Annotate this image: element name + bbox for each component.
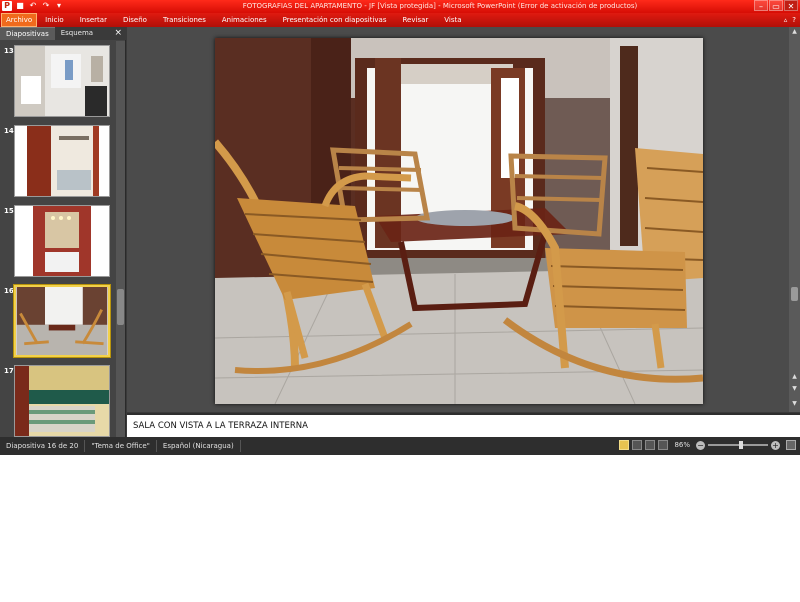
slide-indicator: Diapositiva 16 de 20 bbox=[0, 440, 86, 452]
help-icon[interactable]: ? bbox=[792, 15, 796, 25]
powerpoint-window: P ■ ↶ ↷ ▾ FOTOGRAFIAS DEL APARTAMENTO - … bbox=[0, 0, 800, 455]
window-controls: – ▭ ✕ bbox=[754, 0, 798, 11]
tab-inicio[interactable]: Inicio bbox=[37, 13, 72, 27]
close-button[interactable]: ✕ bbox=[784, 0, 798, 11]
ribbon-right-controls: ▵ ? bbox=[784, 15, 796, 25]
living-room-photo-thumbnail bbox=[16, 287, 108, 355]
ribbon-tabs: Archivo Inicio Insertar Diseño Transicio… bbox=[0, 13, 800, 27]
view-and-zoom-controls: 86% − + bbox=[619, 440, 796, 450]
minimize-ribbon-icon[interactable]: ▵ bbox=[784, 15, 788, 25]
editing-area-scrollbar[interactable]: ▲ ▲ ▼ ▼ bbox=[789, 27, 800, 412]
previous-slide-icon[interactable]: ▲ bbox=[789, 372, 800, 382]
tab-transiciones[interactable]: Transiciones bbox=[155, 13, 214, 27]
theme-name[interactable]: "Tema de Office" bbox=[85, 440, 157, 452]
slide-sorter-icon[interactable] bbox=[632, 440, 643, 450]
slide-number: 17 bbox=[4, 367, 14, 375]
slide-thumbnail-14[interactable] bbox=[14, 125, 110, 197]
bathroom-mirror-photo-thumbnail bbox=[15, 206, 109, 276]
zoom-slider[interactable] bbox=[708, 441, 768, 449]
slide-number: 16 bbox=[4, 287, 14, 295]
notes-text[interactable]: SALA CON VISTA A LA TERRAZA INTERNA bbox=[133, 421, 308, 431]
slide-number: 15 bbox=[4, 207, 14, 215]
slide-thumbnail-list: 13 14 15 16 17 bbox=[0, 41, 116, 437]
slideshow-icon[interactable] bbox=[658, 440, 669, 450]
window-title: FOTOGRAFIAS DEL APARTAMENTO - JF [Vista … bbox=[242, 2, 638, 10]
slide-number: 13 bbox=[4, 47, 14, 55]
fit-to-window-icon[interactable] bbox=[786, 440, 796, 450]
status-bar: Diapositiva 16 de 20 "Tema de Office" Es… bbox=[0, 437, 800, 455]
slide-editing-area bbox=[127, 27, 789, 412]
redo-icon[interactable]: ↷ bbox=[41, 1, 51, 11]
tab-esquema[interactable]: Esquema bbox=[55, 27, 99, 40]
tab-insertar[interactable]: Insertar bbox=[72, 13, 115, 27]
living-room-photo bbox=[215, 38, 703, 404]
hallway-photo-thumbnail bbox=[15, 126, 109, 196]
quick-access-toolbar: P ■ ↶ ↷ ▾ bbox=[2, 1, 64, 12]
slide-thumbnail-13[interactable] bbox=[14, 45, 110, 117]
bathroom-photo-thumbnail bbox=[15, 46, 109, 116]
maximize-button[interactable]: ▭ bbox=[769, 0, 783, 11]
customize-qat-icon[interactable]: ▾ bbox=[54, 1, 64, 11]
slide-thumbnail-15[interactable] bbox=[14, 205, 110, 277]
tab-diapositivas[interactable]: Diapositivas bbox=[0, 27, 55, 40]
ribbon: Archivo Inicio Insertar Diseño Transicio… bbox=[0, 13, 800, 27]
save-icon[interactable]: ■ bbox=[15, 1, 25, 11]
tab-vista[interactable]: Vista bbox=[436, 13, 469, 27]
language-indicator[interactable]: Español (Nicaragua) bbox=[157, 440, 241, 452]
reading-view-icon[interactable] bbox=[645, 440, 656, 450]
bedroom-photo-thumbnail bbox=[15, 366, 109, 436]
panel-tabs: Diapositivas Esquema × bbox=[0, 27, 126, 40]
normal-view-icon[interactable] bbox=[619, 440, 630, 450]
title-bar: P ■ ↶ ↷ ▾ FOTOGRAFIAS DEL APARTAMENTO - … bbox=[0, 0, 800, 13]
tab-diseno[interactable]: Diseño bbox=[115, 13, 155, 27]
zoom-level[interactable]: 86% bbox=[674, 441, 690, 449]
slide-thumbnail-17[interactable] bbox=[14, 365, 110, 437]
slide-number: 14 bbox=[4, 127, 14, 135]
zoom-out-icon[interactable]: − bbox=[696, 440, 705, 450]
minimize-button[interactable]: – bbox=[754, 0, 768, 11]
close-panel-icon[interactable]: × bbox=[114, 27, 122, 40]
tab-archivo[interactable]: Archivo bbox=[1, 13, 38, 27]
next-slide-icon[interactable]: ▼ bbox=[789, 384, 800, 394]
slides-panel-scrollbar[interactable] bbox=[116, 41, 125, 437]
scrollbar-thumb[interactable] bbox=[791, 287, 798, 301]
notes-pane[interactable]: SALA CON VISTA A LA TERRAZA INTERNA bbox=[127, 413, 800, 437]
tab-revisar[interactable]: Revisar bbox=[395, 13, 437, 27]
zoom-in-icon[interactable]: + bbox=[771, 440, 780, 450]
tab-animaciones[interactable]: Animaciones bbox=[214, 13, 275, 27]
slides-panel: Diapositivas Esquema × 13 14 15 16 17 bbox=[0, 27, 126, 437]
undo-icon[interactable]: ↶ bbox=[28, 1, 38, 11]
scrollbar-thumb[interactable] bbox=[117, 289, 124, 325]
scroll-down-icon[interactable]: ▼ bbox=[789, 399, 800, 409]
tab-presentacion[interactable]: Presentación con diapositivas bbox=[275, 13, 395, 27]
zoom-slider-knob[interactable] bbox=[739, 441, 743, 449]
powerpoint-app-icon[interactable]: P bbox=[2, 1, 12, 11]
scroll-up-icon[interactable]: ▲ bbox=[789, 27, 800, 37]
slide-thumbnail-16[interactable] bbox=[14, 285, 110, 357]
current-slide[interactable] bbox=[215, 38, 703, 404]
